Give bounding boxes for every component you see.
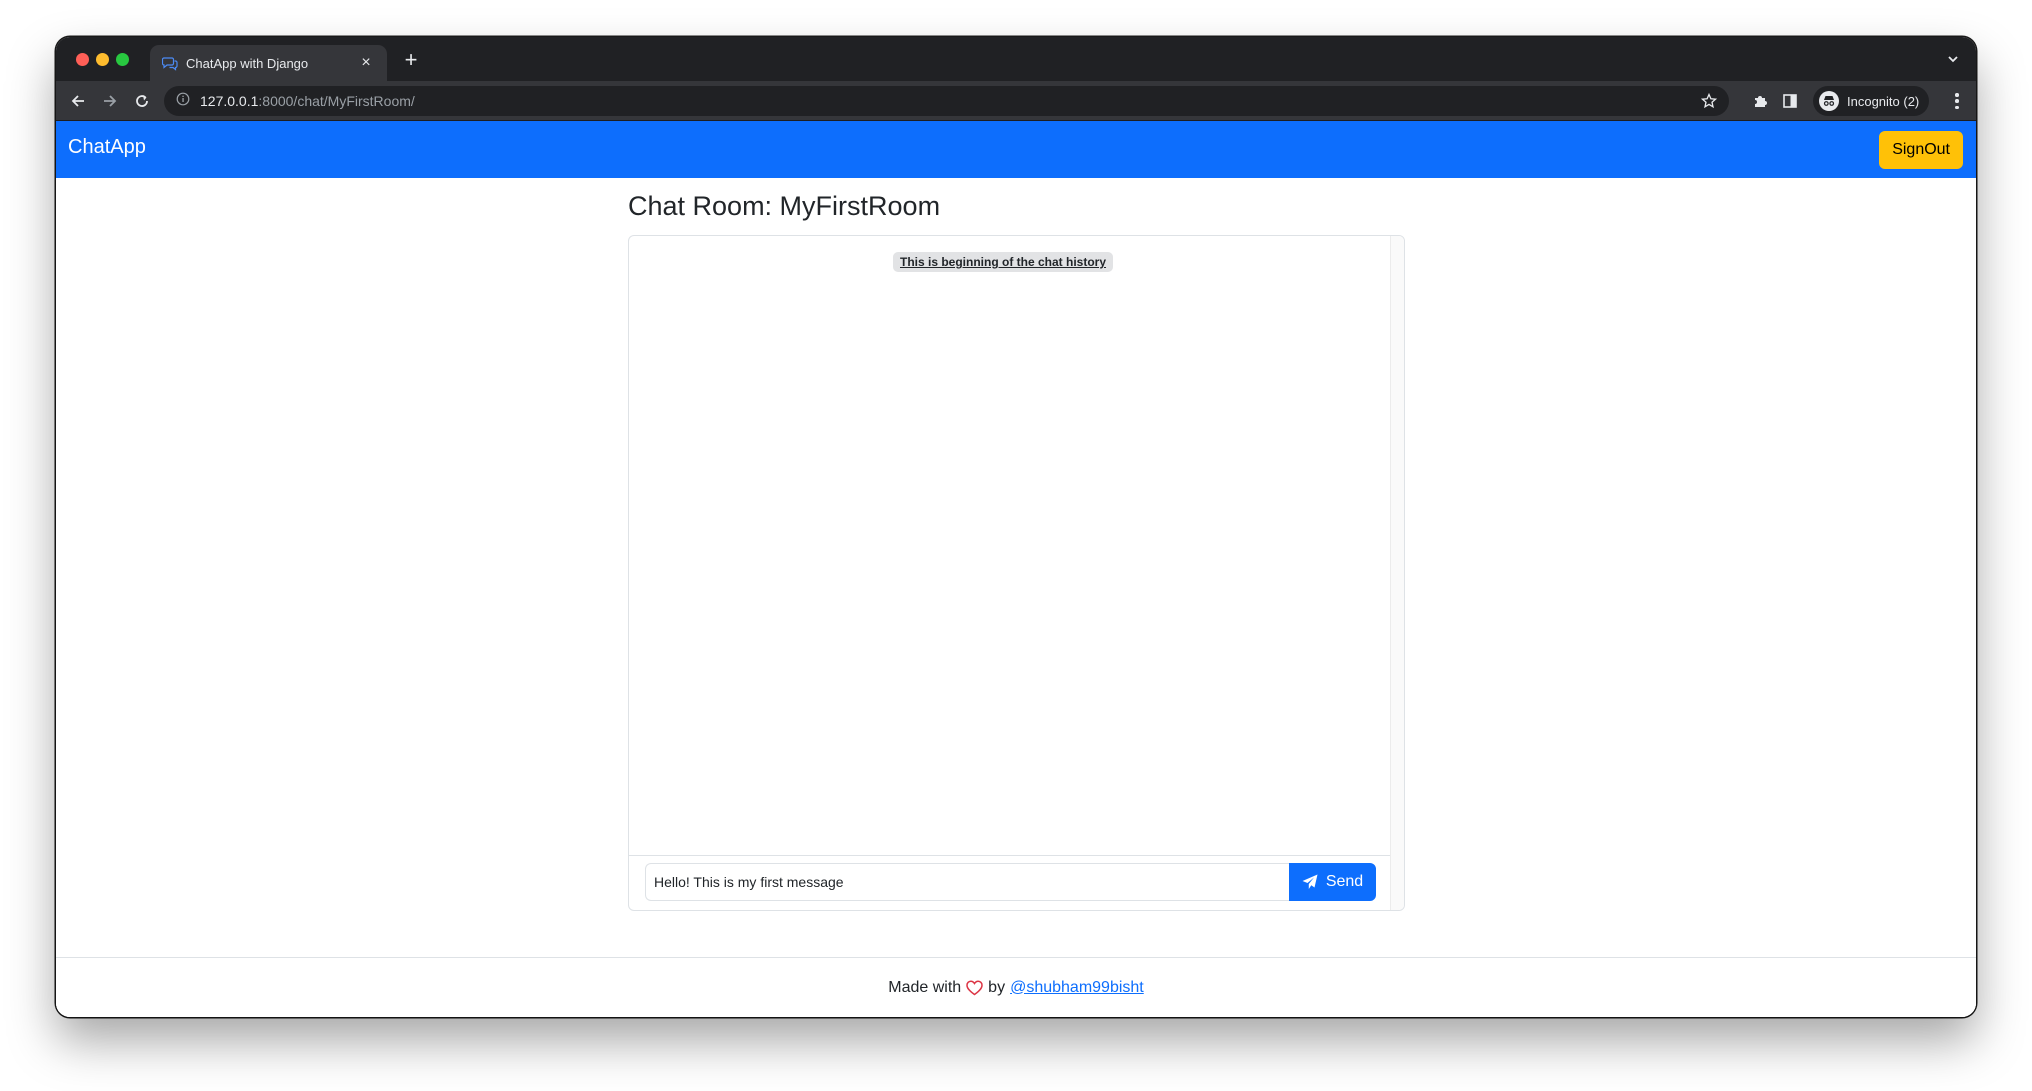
new-tab-button[interactable]: +: [400, 49, 422, 71]
footer: Made with by @shubham99bisht: [56, 957, 1976, 1017]
brand-link[interactable]: ChatApp: [68, 136, 146, 159]
send-label: Send: [1325, 873, 1364, 890]
url-path: :8000/chat/MyFirstRoom/: [258, 93, 415, 109]
browser-menu-icon[interactable]: [1954, 91, 1960, 111]
footer-by: by: [988, 978, 1006, 996]
tab-title: ChatApp with Django: [186, 55, 309, 71]
chat-history: This is beginning of the chat history: [629, 236, 1392, 856]
chat-scrollbar[interactable]: [1390, 236, 1404, 910]
extensions-puzzle-icon[interactable]: [1751, 92, 1769, 110]
send-button[interactable]: Send: [1289, 863, 1376, 901]
browser-window: ChatApp with Django × + 127.0.0.1:8000/c…: [56, 37, 1976, 1017]
url-host: 127.0.0.1: [200, 93, 259, 109]
paper-plane-icon: [1302, 874, 1318, 890]
url-text: 127.0.0.1:8000/chat/MyFirstRoom/: [200, 93, 415, 109]
chat-card: This is beginning of the chat history Se…: [628, 235, 1405, 911]
tab-search-chevron-icon[interactable]: [1944, 50, 1962, 68]
message-input-group: Send: [645, 863, 1376, 901]
browser-toolbar: 127.0.0.1:8000/chat/MyFirstRoom/ Incogni…: [56, 81, 1976, 121]
signout-button[interactable]: SignOut: [1879, 131, 1963, 169]
heart-icon: [966, 979, 983, 996]
chat-bubbles-icon: [162, 55, 178, 71]
back-arrow-icon[interactable]: [68, 91, 88, 111]
bookmark-star-icon[interactable]: [1700, 92, 1718, 109]
side-panel-icon[interactable]: [1781, 92, 1799, 110]
forward-arrow-icon[interactable]: [100, 91, 120, 111]
page-title: Chat Room: MyFirstRoom: [628, 191, 941, 221]
navbar: ChatApp SignOut: [56, 121, 1976, 178]
close-window-button[interactable]: [76, 53, 89, 66]
address-bar[interactable]: 127.0.0.1:8000/chat/MyFirstRoom/: [164, 86, 1729, 116]
incognito-label: Incognito (2): [1847, 93, 1920, 109]
site-info-icon[interactable]: [176, 92, 190, 111]
tab-close-icon[interactable]: ×: [357, 54, 375, 72]
minimize-window-button[interactable]: [96, 53, 109, 66]
tab-strip: ChatApp with Django × +: [56, 37, 1976, 81]
author-link[interactable]: @shubham99bisht: [1010, 979, 1144, 997]
web-page: ChatApp SignOut Chat Room: MyFirstRoom T…: [56, 121, 1976, 1017]
footer-made-with: Made with: [888, 978, 962, 996]
reload-icon[interactable]: [132, 91, 152, 111]
message-input[interactable]: [645, 863, 1289, 901]
history-start-badge: This is beginning of the chat history: [893, 252, 1114, 272]
incognito-profile-button[interactable]: Incognito (2): [1813, 86, 1930, 116]
incognito-icon: [1819, 91, 1839, 111]
maximize-window-button[interactable]: [116, 53, 129, 66]
browser-tab[interactable]: ChatApp with Django ×: [150, 45, 387, 81]
